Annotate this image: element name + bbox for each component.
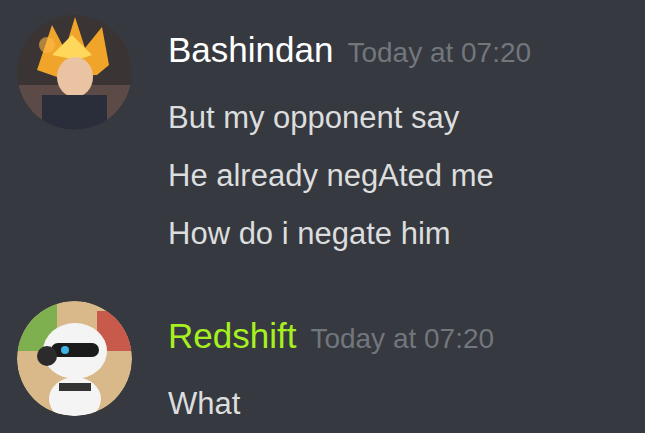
username[interactable]: Redshift — [168, 312, 296, 360]
message-text: How do i negate him — [168, 205, 531, 263]
avatar[interactable] — [17, 15, 132, 130]
message-text: But my opponent say — [168, 89, 531, 147]
message: Redshift Today at 07:20 What — [17, 301, 645, 433]
message-text: What — [168, 375, 494, 433]
message-header: Redshift Today at 07:20 — [168, 312, 494, 363]
timestamp: Today at 07:20 — [347, 29, 531, 77]
message-lines: But my opponent sayHe already negAted me… — [168, 89, 531, 263]
message: Bashindan Today at 07:20 But my opponent s… — [17, 15, 645, 263]
message-body: Redshift Today at 07:20 What — [168, 301, 494, 433]
chat-log: Bashindan Today at 07:20 But my opponent s… — [0, 0, 645, 433]
message-text: He already negAted me — [168, 147, 531, 205]
message-header: Bashindan Today at 07:20 — [168, 26, 531, 77]
avatar[interactable] — [17, 301, 132, 416]
username[interactable]: Bashindan — [168, 26, 333, 74]
message-lines: What — [168, 375, 494, 433]
message-body: Bashindan Today at 07:20 But my opponent s… — [168, 15, 531, 263]
timestamp: Today at 07:20 — [310, 315, 494, 363]
